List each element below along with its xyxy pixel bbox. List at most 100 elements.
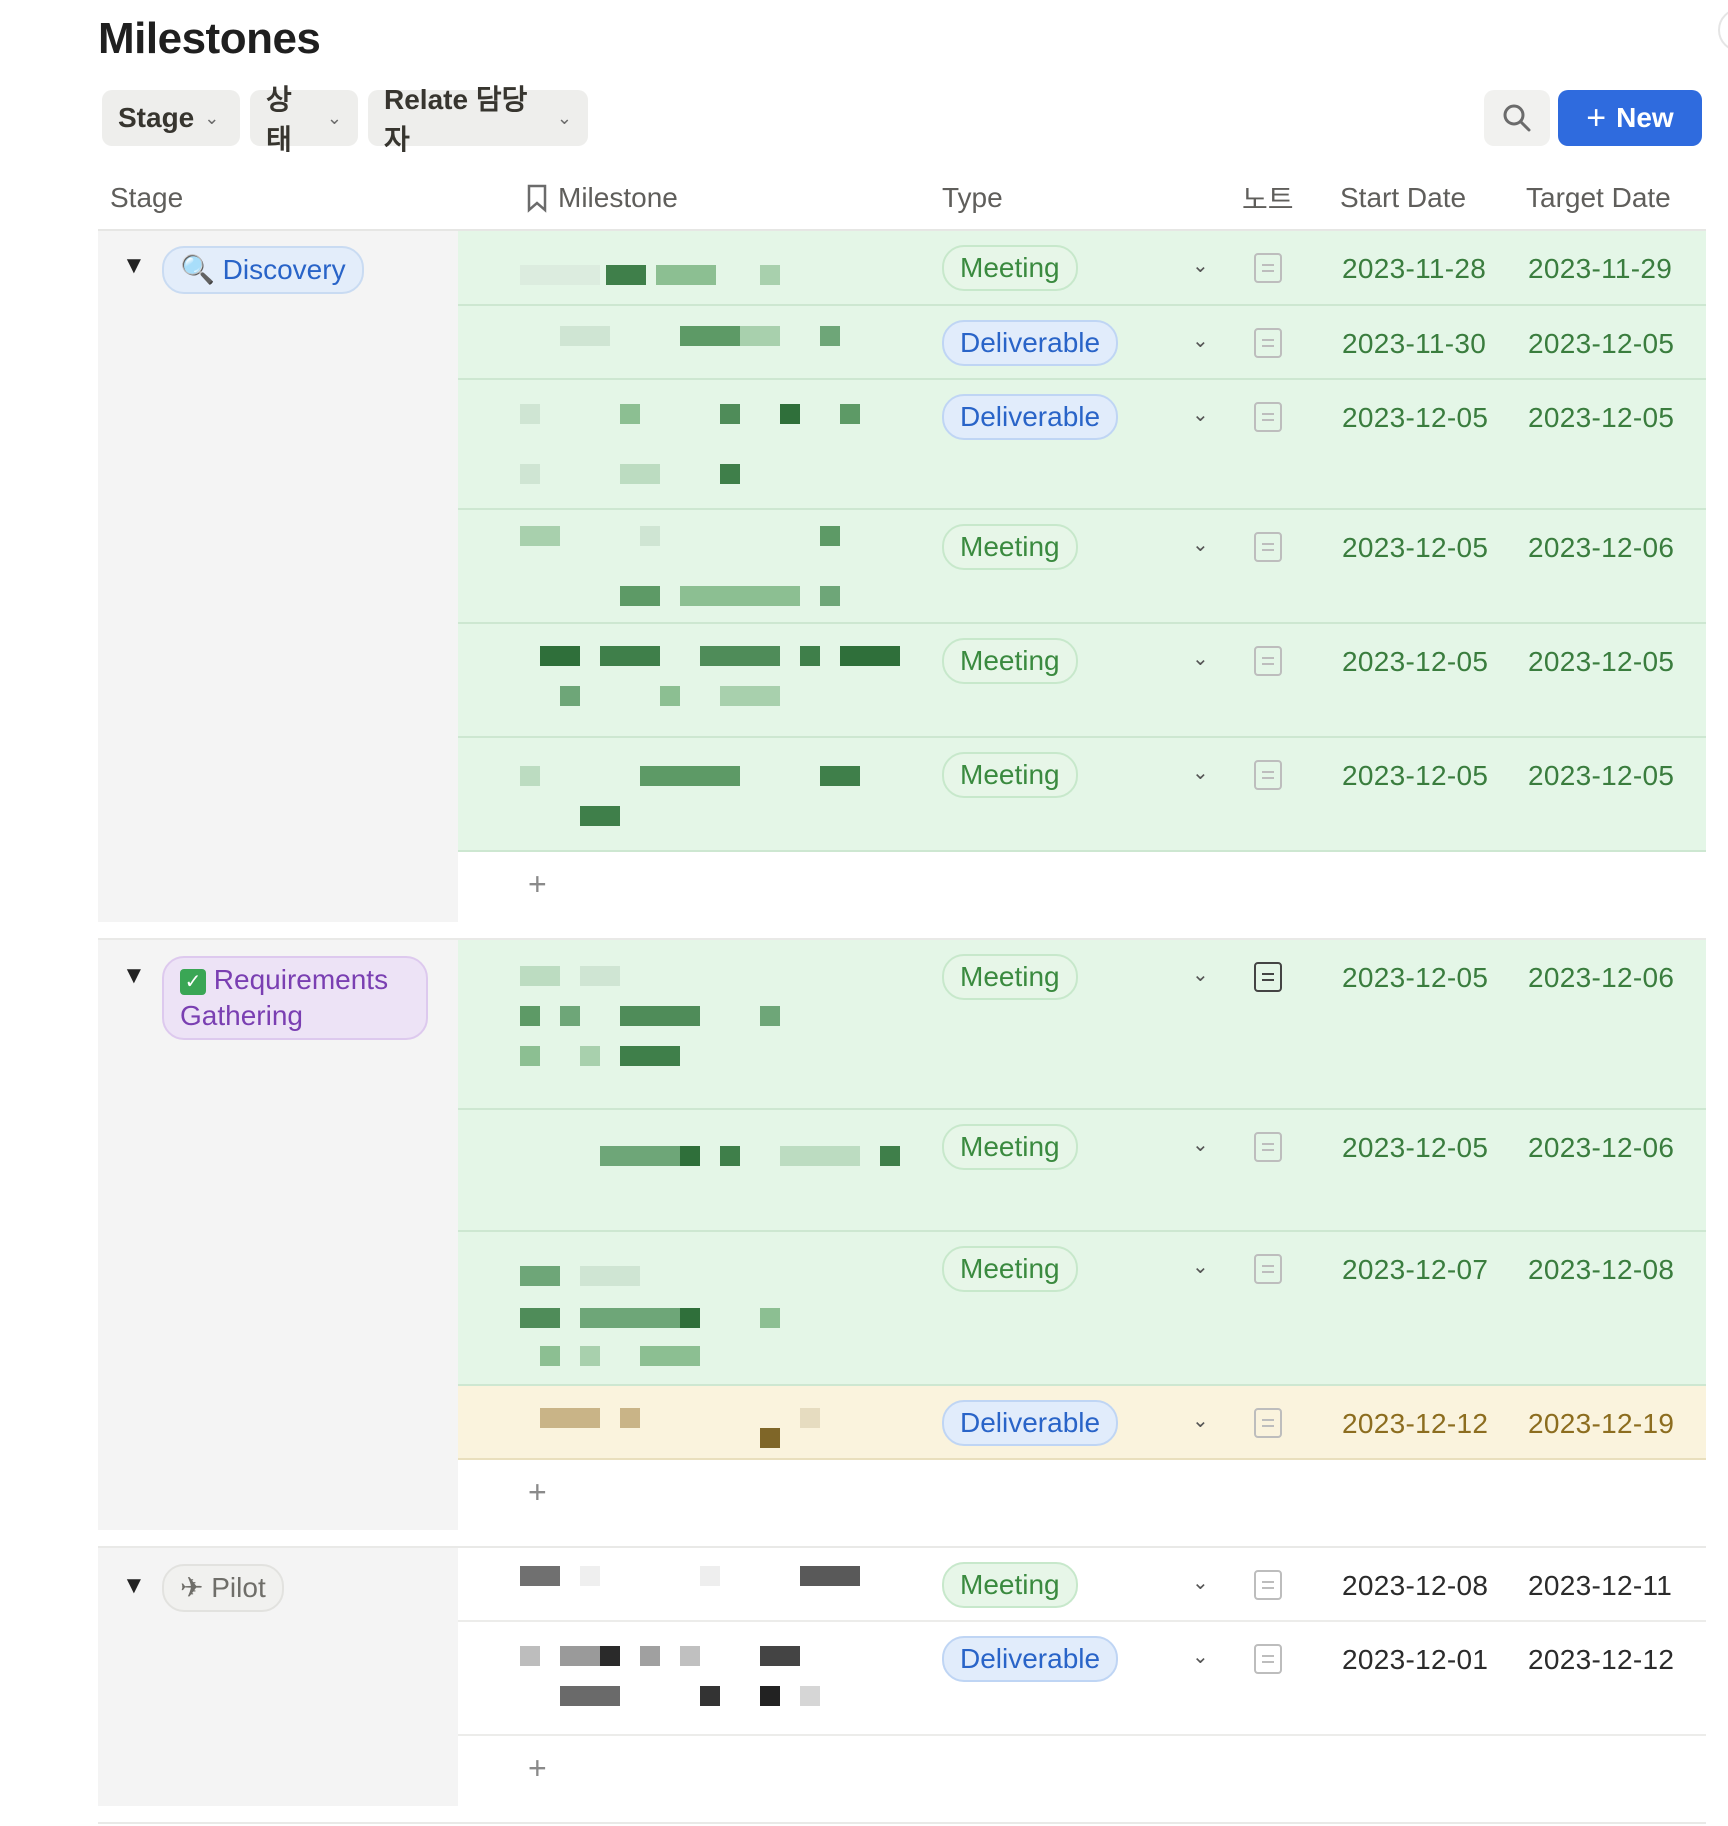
note-icon[interactable] xyxy=(1254,1408,1282,1438)
note-icon[interactable] xyxy=(1254,532,1282,562)
start-date[interactable]: 2023-12-07 xyxy=(1342,1254,1488,1286)
chevron-down-icon[interactable]: ⌄ xyxy=(1192,532,1209,557)
target-date[interactable]: 2023-12-06 xyxy=(1528,1132,1674,1164)
note-icon[interactable] xyxy=(1254,760,1282,790)
column-header-target-date[interactable]: Target Date xyxy=(1526,168,1671,228)
type-pill[interactable]: Meeting xyxy=(942,524,1078,570)
start-date[interactable]: 2023-12-05 xyxy=(1342,962,1488,994)
add-row-button[interactable]: + xyxy=(458,1460,1706,1530)
chevron-down-icon[interactable]: ⌄ xyxy=(1192,1254,1209,1279)
collapse-toggle-icon[interactable]: ▼ xyxy=(122,252,146,280)
type-pill[interactable]: Meeting xyxy=(942,752,1078,798)
stage-tag-requirements-gathering[interactable]: ✓ Requirements Gathering xyxy=(162,956,428,1040)
type-pill[interactable]: Deliverable xyxy=(942,1400,1119,1446)
target-date[interactable]: 2023-11-29 xyxy=(1528,253,1672,285)
filter-stage[interactable]: Stage ⌄ xyxy=(102,90,240,146)
start-date[interactable]: 2023-12-05 xyxy=(1342,532,1488,564)
column-header-stage[interactable]: Stage xyxy=(110,168,183,228)
table-row[interactable]: Deliverable ⌄ 2023-12-12 2023-12-19 xyxy=(458,1386,1706,1460)
table-row[interactable]: Deliverable ⌄ 2023-11-30 2023-12-05 xyxy=(458,306,1706,380)
note-icon[interactable] xyxy=(1254,328,1282,358)
chevron-down-icon[interactable]: ⌄ xyxy=(1192,1644,1209,1669)
add-row-button[interactable]: + xyxy=(458,852,1706,922)
chevron-down-icon[interactable]: ⌄ xyxy=(1192,253,1209,278)
type-pill[interactable]: Meeting xyxy=(942,1562,1078,1608)
note-icon[interactable] xyxy=(1254,962,1282,992)
chevron-down-icon[interactable]: ⌄ xyxy=(1192,1132,1209,1157)
target-date[interactable]: 2023-12-12 xyxy=(1528,1644,1674,1676)
note-icon[interactable] xyxy=(1254,1644,1282,1674)
note-icon[interactable] xyxy=(1254,253,1282,283)
collapse-toggle-icon[interactable]: ▼ xyxy=(122,1572,146,1600)
plus-icon: + xyxy=(1586,98,1607,137)
column-header-milestone[interactable]: Milestone xyxy=(526,168,678,228)
target-date[interactable]: 2023-12-05 xyxy=(1528,328,1674,360)
note-icon[interactable] xyxy=(1254,646,1282,676)
type-pill[interactable]: Deliverable xyxy=(942,320,1119,366)
start-date[interactable]: 2023-12-05 xyxy=(1342,402,1488,434)
target-date[interactable]: 2023-12-05 xyxy=(1528,760,1674,792)
start-date[interactable]: 2023-12-05 xyxy=(1342,760,1488,792)
chevron-down-icon[interactable]: ⌄ xyxy=(1192,646,1209,671)
check-icon: ✓ xyxy=(180,969,206,995)
target-date[interactable]: 2023-12-19 xyxy=(1528,1408,1674,1440)
column-header-start-date[interactable]: Start Date xyxy=(1340,168,1466,228)
table-row[interactable]: Meeting ⌄ 2023-12-05 2023-12-06 xyxy=(458,510,1706,624)
target-date[interactable]: 2023-12-06 xyxy=(1528,962,1674,994)
type-pill[interactable]: Meeting xyxy=(942,1124,1078,1170)
chevron-down-icon[interactable]: ⌄ xyxy=(1192,1408,1209,1433)
type-pill[interactable]: Deliverable xyxy=(942,1636,1119,1682)
column-header-note[interactable]: 노트 xyxy=(1242,168,1294,228)
start-date[interactable]: 2023-12-05 xyxy=(1342,646,1488,678)
target-date[interactable]: 2023-12-05 xyxy=(1528,402,1674,434)
page-title: Milestones xyxy=(98,14,321,63)
table-row[interactable]: Meeting ⌄ 2023-12-07 2023-12-08 xyxy=(458,1232,1706,1386)
type-pill[interactable]: Meeting xyxy=(942,1246,1078,1292)
note-icon[interactable] xyxy=(1254,1254,1282,1284)
new-button-label: New xyxy=(1616,102,1674,133)
chevron-down-icon[interactable]: ⌄ xyxy=(1192,402,1209,427)
chevron-down-icon[interactable]: ⌄ xyxy=(1192,962,1209,987)
type-pill[interactable]: Meeting xyxy=(942,638,1078,684)
corner-control[interactable] xyxy=(1718,8,1728,52)
stage-tag-pilot[interactable]: ✈ Pilot xyxy=(162,1564,284,1612)
table-row[interactable]: Deliverable ⌄ 2023-12-05 2023-12-05 xyxy=(458,380,1706,510)
chevron-down-icon[interactable]: ⌄ xyxy=(1192,1570,1209,1595)
type-pill[interactable]: Meeting xyxy=(942,245,1078,291)
table-row[interactable]: Meeting ⌄ 2023-12-05 2023-12-05 xyxy=(458,738,1706,852)
table-row[interactable]: Meeting ⌄ 2023-11-28 2023-11-29 xyxy=(458,231,1706,306)
target-date[interactable]: 2023-12-11 xyxy=(1528,1570,1672,1602)
stage-tag-discovery[interactable]: 🔍 Discovery xyxy=(162,246,364,294)
stage-tag-label: Discovery xyxy=(222,254,346,285)
filter-status[interactable]: 상태 ⌄ xyxy=(250,84,358,155)
start-date[interactable]: 2023-12-01 xyxy=(1342,1644,1488,1676)
target-date[interactable]: 2023-12-05 xyxy=(1528,646,1674,678)
table-row[interactable]: Meeting ⌄ 2023-12-05 2023-12-06 xyxy=(458,1110,1706,1232)
start-date[interactable]: 2023-12-08 xyxy=(1342,1570,1488,1602)
chevron-down-icon[interactable]: ⌄ xyxy=(1192,760,1209,785)
note-icon[interactable] xyxy=(1254,1132,1282,1162)
add-row-button[interactable]: + xyxy=(458,1736,1706,1806)
column-header-type[interactable]: Type xyxy=(942,168,1003,228)
search-button[interactable] xyxy=(1484,90,1550,146)
table-row[interactable]: Meeting ⌄ 2023-12-05 2023-12-06 xyxy=(458,940,1706,1110)
chevron-down-icon[interactable]: ⌄ xyxy=(1192,328,1209,353)
collapse-toggle-icon[interactable]: ▼ xyxy=(122,962,146,990)
start-date[interactable]: 2023-11-28 xyxy=(1342,253,1486,285)
target-date[interactable]: 2023-12-06 xyxy=(1528,532,1674,564)
new-button[interactable]: + New xyxy=(1558,90,1702,146)
note-icon[interactable] xyxy=(1254,402,1282,432)
start-date[interactable]: 2023-12-12 xyxy=(1342,1408,1488,1440)
table-row[interactable]: Meeting ⌄ 2023-12-08 2023-12-11 xyxy=(458,1548,1706,1622)
table-row[interactable]: Meeting ⌄ 2023-12-05 2023-12-05 xyxy=(458,624,1706,738)
start-date[interactable]: 2023-11-30 xyxy=(1342,328,1486,360)
target-date[interactable]: 2023-12-08 xyxy=(1528,1254,1674,1286)
filter-assignee[interactable]: Relate 담당자 ⌄ xyxy=(368,84,588,155)
table-row[interactable]: Deliverable ⌄ 2023-12-01 2023-12-12 xyxy=(458,1622,1706,1736)
type-pill[interactable]: Deliverable xyxy=(942,394,1119,440)
note-icon[interactable] xyxy=(1254,1570,1282,1600)
stage-tag-label-line2: Gathering xyxy=(180,1000,303,1031)
column-note-label: 노트 xyxy=(1242,184,1294,215)
start-date[interactable]: 2023-12-05 xyxy=(1342,1132,1488,1164)
type-pill[interactable]: Meeting xyxy=(942,954,1078,1000)
